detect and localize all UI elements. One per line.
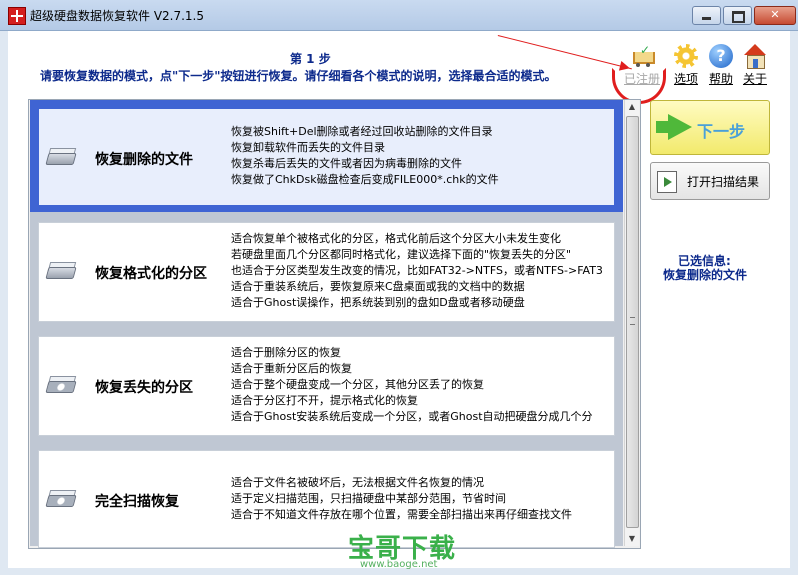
step-title: 第 1 步 — [290, 52, 331, 66]
close-icon: ✕ — [770, 8, 780, 21]
window-title: 超级硬盘数据恢复软件 V2.7.1.5 — [30, 9, 205, 23]
close-button[interactable]: ✕ — [754, 6, 796, 25]
mode-item-recover-formatted[interactable]: 恢复格式化的分区 适合恢复单个被格式化的分区，格式化前后这个分区大小未发生变化若… — [38, 222, 615, 322]
watermark-url: www.baoge.net — [360, 559, 438, 570]
mode-name: 恢复丢失的分区 — [95, 380, 193, 396]
hard-disk-icon — [45, 147, 77, 169]
minimize-icon — [702, 17, 711, 20]
title-bar: 超级硬盘数据恢复软件 V2.7.1.5 ✕ — [0, 0, 798, 31]
gear-icon — [674, 44, 698, 68]
maximize-icon — [732, 11, 745, 23]
vertical-scrollbar[interactable]: ▲ ▼ — [624, 100, 639, 546]
help-button[interactable]: ? 帮助 — [703, 44, 739, 87]
open-scan-result-button[interactable]: 打开扫描结果 — [650, 162, 770, 200]
watermark: 宝哥下载 www.baoge.net — [338, 528, 455, 574]
mode-description: 适合于删除分区的恢复 适合于重新分区后的恢复 适合于整个硬盘变成一个分区，其他分区丢… — [231, 346, 593, 423]
registered-button[interactable]: ✓ 已注册 — [624, 44, 660, 87]
about-label: 关于 — [742, 72, 767, 86]
mode-item-recover-deleted[interactable]: 恢复删除的文件 恢复被Shift+Del删除或者经过回收站删除的文件目录 恢复卸载… — [38, 108, 615, 206]
mode-item-full-scan[interactable]: 完全扫描恢复 适合于文件名被破坏后，无法根据文件名恢复的情况 适于定义扫描范围，只… — [38, 450, 615, 548]
house-icon — [743, 44, 767, 69]
scroll-down-icon[interactable]: ▼ — [625, 532, 639, 546]
maximize-button[interactable] — [723, 6, 752, 25]
minimize-button[interactable] — [692, 6, 721, 25]
mode-description: 适合于文件名被破坏后，无法根据文件名恢复的情况 适于定义扫描范围，只扫描硬盘中某部… — [231, 476, 572, 521]
registered-label: 已注册 — [624, 72, 661, 86]
help-icon: ? — [709, 44, 733, 68]
hard-disk-platter-icon — [45, 489, 77, 511]
next-step-button[interactable]: 下一步 — [650, 100, 770, 155]
mode-description: 适合恢复单个被格式化的分区，格式化前后这个分区大小未发生变化 若硬盘里面几个分区都… — [231, 232, 603, 309]
mode-description: 恢复被Shift+Del删除或者经过回收站删除的文件目录 恢复卸载软件而丢失的文件… — [231, 125, 499, 186]
help-label: 帮助 — [708, 72, 733, 86]
next-step-label: 下一步 — [697, 122, 746, 141]
instruction-text: 请要恢复数据的模式，点"下一步"按钮进行恢复。请仔细看各个模式的说明，选择最合适… — [40, 69, 557, 83]
scrollbar-thumb[interactable] — [626, 116, 639, 528]
mode-item-recover-lost-partition[interactable]: 恢复丢失的分区 适合于删除分区的恢复 适合于重新分区后的恢复 适合于整个硬盘变成一个… — [38, 336, 615, 436]
options-label: 选项 — [673, 72, 698, 86]
scroll-up-icon[interactable]: ▲ — [625, 100, 639, 114]
mode-name: 完全扫描恢复 — [95, 494, 179, 510]
open-scan-result-label: 打开扫描结果 — [687, 175, 760, 189]
mode-name: 恢复格式化的分区 — [95, 266, 207, 282]
selection-value: 恢复删除的文件 — [663, 268, 748, 282]
cart-check-icon: ✓ — [630, 44, 655, 68]
about-button[interactable]: 关于 — [737, 44, 773, 87]
mode-name: 恢复删除的文件 — [95, 152, 193, 168]
hard-disk-platter-icon — [45, 375, 77, 397]
open-file-icon — [657, 171, 677, 193]
options-button[interactable]: 选项 — [668, 44, 704, 87]
hard-disk-icon — [45, 261, 77, 283]
app-icon — [8, 7, 26, 25]
